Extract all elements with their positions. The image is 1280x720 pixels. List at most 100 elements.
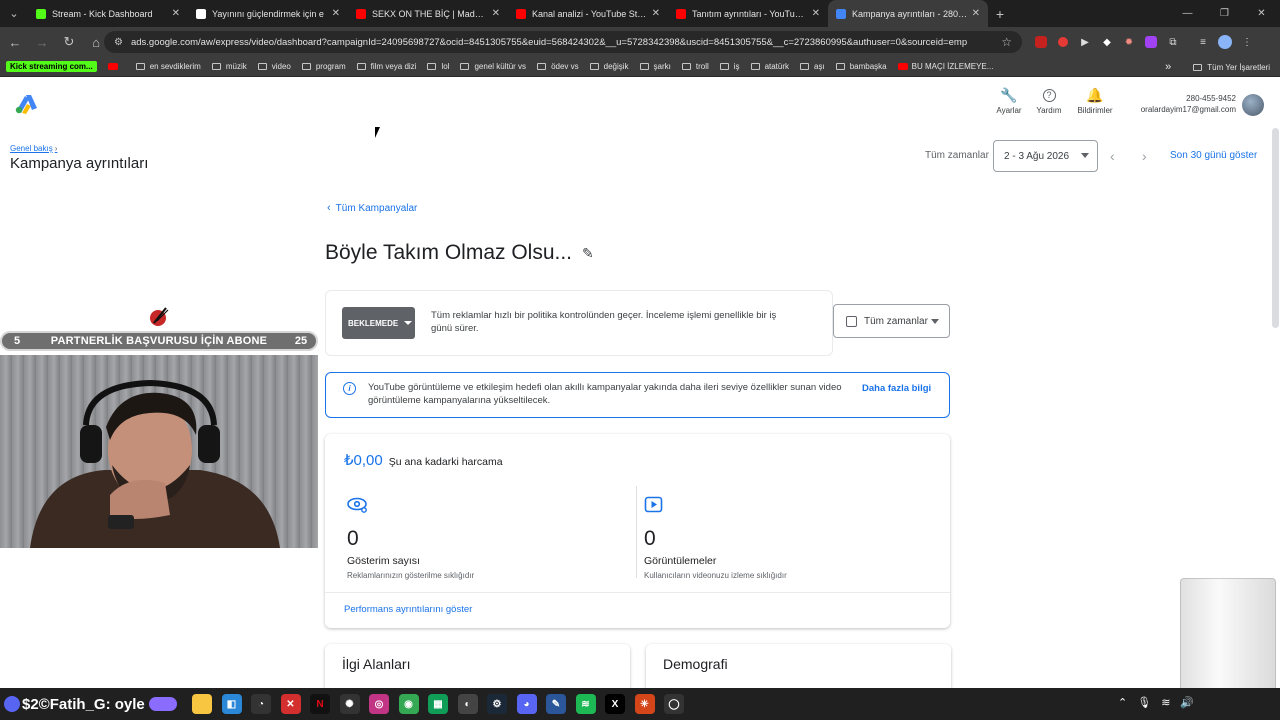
bookmark-item[interactable]: aşı [800, 62, 825, 71]
bookmark-item[interactable]: Kick streaming com... [6, 61, 97, 72]
browser-tab[interactable]: Kampanya ayrıntıları - 280-455 ✕ [828, 0, 988, 27]
discord-icon[interactable]: ◕ [516, 694, 537, 714]
bookmark-item[interactable]: program [301, 62, 346, 71]
tray-expand-icon[interactable]: ⌃ [1118, 696, 1127, 709]
extension-purple-icon[interactable] [1140, 31, 1162, 53]
previous-period-icon[interactable]: ‹ [1110, 148, 1115, 164]
avatar[interactable] [1242, 94, 1264, 116]
notifications-button[interactable]: 🔔 Bildirimler [1070, 86, 1120, 116]
settings-button[interactable]: 🔧 Ayarlar [990, 86, 1028, 116]
bookmark-item[interactable]: ödev vs [537, 62, 579, 71]
breadcrumb[interactable]: Genel bakış › [10, 144, 57, 153]
help-icon: ? [1042, 86, 1056, 104]
editor-icon[interactable]: ✎ [546, 694, 566, 714]
bookmark-item[interactable]: iş [719, 62, 740, 71]
maximize-icon[interactable]: ❐ [1206, 0, 1243, 27]
account-info[interactable]: 280-455-9452 oralardayim17@gmail.com [1134, 94, 1236, 114]
chatgpt-icon[interactable]: ✺ [339, 694, 360, 714]
obs-icon[interactable]: ◐ [457, 694, 478, 714]
extension-gear-icon[interactable]: ✹ [1118, 31, 1140, 53]
folder-icon [135, 63, 145, 70]
tab-search-icon[interactable]: ⌄ [0, 0, 28, 27]
browser-tab[interactable]: SEKX ON THE BİÇ | Madara Old ✕ [348, 0, 508, 27]
all-time-button[interactable]: Tüm zamanlar [833, 304, 950, 338]
bookmark-item[interactable]: lol [427, 62, 449, 71]
bookmarks-overflow-icon[interactable]: » [1165, 61, 1171, 73]
bookmark-item[interactable]: değişik [589, 62, 629, 71]
wifi-icon[interactable]: ≋ [1161, 696, 1170, 709]
bookmark-item[interactable]: en sevdiklerim [135, 62, 201, 71]
browser-menu-icon[interactable]: ⋮ [1236, 31, 1258, 53]
browser-tab[interactable]: Kanal analizi - YouTube Studio ✕ [508, 0, 668, 27]
status-dropdown-button[interactable]: BEKLEMEDE [342, 307, 415, 339]
performance-details-link[interactable]: Performans ayrıntılarını göster [344, 604, 472, 615]
learn-more-link[interactable]: Daha fazla bilgi [862, 383, 931, 394]
extension-diamond-icon[interactable]: ◆ [1096, 31, 1118, 53]
bookmark-item[interactable]: genel kültür vs [460, 62, 526, 71]
bookmark-item[interactable]: video [257, 62, 291, 71]
store-icon[interactable]: ◧ [221, 694, 242, 714]
forward-icon[interactable]: → [30, 30, 54, 54]
speed-icon[interactable]: ◔ [251, 694, 271, 714]
x-icon[interactable]: X [605, 694, 625, 714]
date-range-select[interactable]: 2 - 3 Ağu 2026 [993, 140, 1098, 172]
site-info-icon[interactable]: ⚙ [114, 37, 123, 48]
all-campaigns-link[interactable]: ‹ Tüm Kampanyalar [327, 202, 417, 214]
bookmark-item[interactable]: müzik [211, 62, 247, 71]
new-tab-button[interactable]: + [988, 0, 1012, 27]
close-tab-icon[interactable]: ✕ [492, 8, 500, 19]
all-bookmarks-button[interactable]: Tüm Yer İşaretleri [1193, 63, 1270, 72]
chrome-icon[interactable]: ◉ [398, 694, 419, 714]
address-bar[interactable]: ⚙ ads.google.com/aw/express/video/dashbo… [104, 31, 1022, 53]
github-icon[interactable]: ◯ [664, 694, 684, 714]
close-window-icon[interactable]: ✕ [1243, 0, 1280, 27]
asterisk-app-icon[interactable]: ✳ [634, 694, 655, 714]
bookmark-star-icon[interactable]: ☆ [1001, 35, 1012, 49]
bookmark-item[interactable]: bambaşka [835, 62, 887, 71]
instagram-icon[interactable]: ◎ [369, 694, 389, 714]
reload-icon[interactable]: ↻ [57, 30, 81, 54]
extensions-area: ▶ ◆ ✹ ⧉ ≡ ⋮ [1030, 31, 1258, 53]
edit-pencil-icon[interactable]: ✎ [582, 245, 594, 262]
next-period-icon[interactable]: › [1142, 148, 1147, 164]
browser-tab[interactable]: Stream - Kick Dashboard ✕ [28, 0, 188, 27]
bookmark-item[interactable]: film veya dizi [356, 62, 416, 71]
reading-list-icon[interactable]: ≡ [1192, 31, 1214, 53]
close-tab-icon[interactable]: ✕ [332, 8, 340, 19]
extensions-puzzle-icon[interactable]: ⧉ [1162, 31, 1184, 53]
microphone-icon[interactable]: 🎙 [1137, 696, 1151, 709]
page-scrollbar[interactable] [1272, 128, 1279, 328]
browser-tab[interactable]: Tanıtım ayrıntıları - YouTube Stu ✕ [668, 0, 828, 27]
bookmark-item[interactable] [107, 63, 122, 70]
profile-avatar-icon[interactable] [1214, 31, 1236, 53]
volume-icon[interactable]: 🔊 [1180, 696, 1194, 709]
bookmark-item[interactable]: troll [681, 62, 709, 71]
help-button[interactable]: ? Yardım [1028, 86, 1070, 115]
breadcrumb-link[interactable]: Genel bakış [10, 144, 53, 153]
bookmark-item[interactable]: şarkı [639, 62, 671, 71]
browser-tab[interactable]: Yayınını güçlendirmek için e ✕ [188, 0, 348, 27]
url-text[interactable]: ads.google.com/aw/express/video/dashboar… [131, 37, 1001, 48]
close-tab-icon[interactable]: ✕ [172, 8, 180, 19]
extension-record-icon[interactable] [1052, 31, 1074, 53]
google-ads-logo[interactable] [15, 94, 37, 114]
back-icon[interactable]: ← [3, 30, 27, 54]
extension-red-icon[interactable] [1030, 31, 1052, 53]
close-tab-icon[interactable]: ✕ [972, 8, 980, 19]
tab-title: Yayınını güçlendirmek için e [212, 8, 324, 19]
steam-icon[interactable]: ⚙ [487, 694, 507, 714]
views-value: 0 [644, 527, 656, 550]
bookmark-item[interactable]: BU MAÇI İZLEMEYE... [897, 62, 993, 71]
netflix-icon[interactable]: N [310, 694, 330, 714]
extension-youtube-icon[interactable]: ▶ [1074, 31, 1096, 53]
close-tab-icon[interactable]: ✕ [652, 8, 660, 19]
file-explorer-icon[interactable] [192, 694, 212, 714]
show-30-days-link[interactable]: Son 30 günü göster [1170, 150, 1257, 161]
calculator-icon[interactable]: ▦ [428, 694, 448, 714]
minimize-icon[interactable]: — [1169, 0, 1206, 27]
spotify-icon[interactable]: ≋ [575, 694, 596, 714]
bookmark-item[interactable]: atatürk [750, 62, 789, 71]
account-id: 280-455-9452 [1186, 94, 1236, 103]
close-tab-icon[interactable]: ✕ [812, 8, 820, 19]
app-red-icon[interactable]: ✕ [280, 694, 301, 714]
